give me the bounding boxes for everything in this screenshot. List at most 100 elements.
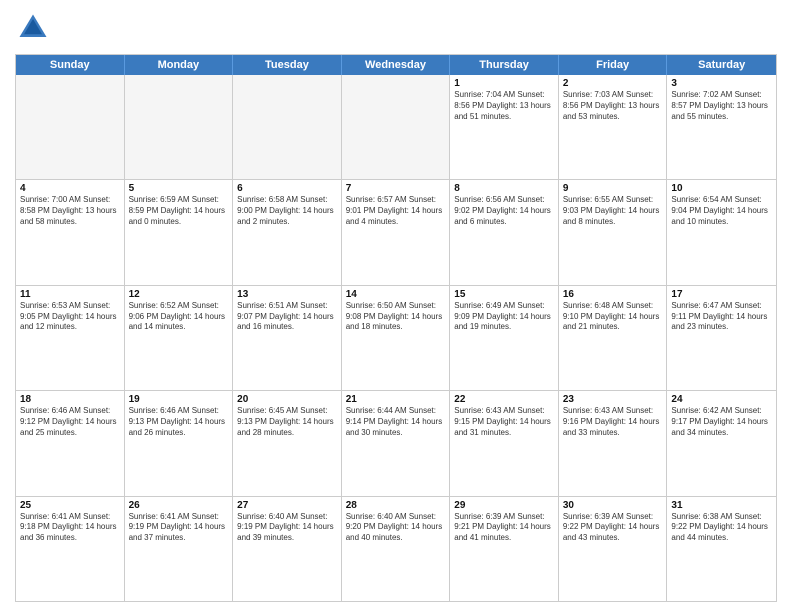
day-cell-12: 12Sunrise: 6:52 AM Sunset: 9:06 PM Dayli… — [125, 286, 234, 390]
day-info: Sunrise: 6:43 AM Sunset: 9:16 PM Dayligh… — [563, 406, 663, 438]
day-number: 22 — [454, 394, 554, 405]
day-info: Sunrise: 6:59 AM Sunset: 8:59 PM Dayligh… — [129, 195, 229, 227]
day-cell-28: 28Sunrise: 6:40 AM Sunset: 9:20 PM Dayli… — [342, 497, 451, 601]
empty-cell — [233, 75, 342, 179]
day-cell-21: 21Sunrise: 6:44 AM Sunset: 9:14 PM Dayli… — [342, 391, 451, 495]
day-cell-24: 24Sunrise: 6:42 AM Sunset: 9:17 PM Dayli… — [667, 391, 776, 495]
day-info: Sunrise: 7:04 AM Sunset: 8:56 PM Dayligh… — [454, 90, 554, 122]
day-cell-31: 31Sunrise: 6:38 AM Sunset: 9:22 PM Dayli… — [667, 497, 776, 601]
empty-cell — [125, 75, 234, 179]
day-cell-18: 18Sunrise: 6:46 AM Sunset: 9:12 PM Dayli… — [16, 391, 125, 495]
day-cell-7: 7Sunrise: 6:57 AM Sunset: 9:01 PM Daylig… — [342, 180, 451, 284]
day-info: Sunrise: 6:55 AM Sunset: 9:03 PM Dayligh… — [563, 195, 663, 227]
day-info: Sunrise: 6:44 AM Sunset: 9:14 PM Dayligh… — [346, 406, 446, 438]
day-header-thursday: Thursday — [450, 55, 559, 75]
day-number: 30 — [563, 500, 663, 511]
day-cell-16: 16Sunrise: 6:48 AM Sunset: 9:10 PM Dayli… — [559, 286, 668, 390]
day-number: 16 — [563, 289, 663, 300]
day-number: 25 — [20, 500, 120, 511]
day-cell-20: 20Sunrise: 6:45 AM Sunset: 9:13 PM Dayli… — [233, 391, 342, 495]
day-cell-30: 30Sunrise: 6:39 AM Sunset: 9:22 PM Dayli… — [559, 497, 668, 601]
calendar-body: 1Sunrise: 7:04 AM Sunset: 8:56 PM Daylig… — [16, 75, 776, 601]
day-number: 7 — [346, 183, 446, 194]
day-info: Sunrise: 6:41 AM Sunset: 9:19 PM Dayligh… — [129, 512, 229, 544]
day-cell-10: 10Sunrise: 6:54 AM Sunset: 9:04 PM Dayli… — [667, 180, 776, 284]
day-number: 12 — [129, 289, 229, 300]
day-number: 19 — [129, 394, 229, 405]
day-cell-17: 17Sunrise: 6:47 AM Sunset: 9:11 PM Dayli… — [667, 286, 776, 390]
day-cell-2: 2Sunrise: 7:03 AM Sunset: 8:56 PM Daylig… — [559, 75, 668, 179]
day-number: 5 — [129, 183, 229, 194]
day-cell-25: 25Sunrise: 6:41 AM Sunset: 9:18 PM Dayli… — [16, 497, 125, 601]
logo-icon — [15, 10, 51, 46]
day-cell-29: 29Sunrise: 6:39 AM Sunset: 9:21 PM Dayli… — [450, 497, 559, 601]
day-info: Sunrise: 6:58 AM Sunset: 9:00 PM Dayligh… — [237, 195, 337, 227]
day-number: 3 — [671, 78, 772, 89]
day-info: Sunrise: 6:47 AM Sunset: 9:11 PM Dayligh… — [671, 301, 772, 333]
day-number: 24 — [671, 394, 772, 405]
day-number: 29 — [454, 500, 554, 511]
day-number: 4 — [20, 183, 120, 194]
logo — [15, 10, 55, 46]
day-number: 15 — [454, 289, 554, 300]
header — [15, 10, 777, 46]
day-number: 9 — [563, 183, 663, 194]
day-number: 18 — [20, 394, 120, 405]
day-info: Sunrise: 6:40 AM Sunset: 9:20 PM Dayligh… — [346, 512, 446, 544]
calendar-header: SundayMondayTuesdayWednesdayThursdayFrid… — [16, 55, 776, 75]
day-header-sunday: Sunday — [16, 55, 125, 75]
day-info: Sunrise: 6:52 AM Sunset: 9:06 PM Dayligh… — [129, 301, 229, 333]
day-info: Sunrise: 6:49 AM Sunset: 9:09 PM Dayligh… — [454, 301, 554, 333]
day-cell-5: 5Sunrise: 6:59 AM Sunset: 8:59 PM Daylig… — [125, 180, 234, 284]
day-info: Sunrise: 6:53 AM Sunset: 9:05 PM Dayligh… — [20, 301, 120, 333]
week-row-2: 4Sunrise: 7:00 AM Sunset: 8:58 PM Daylig… — [16, 180, 776, 285]
day-cell-11: 11Sunrise: 6:53 AM Sunset: 9:05 PM Dayli… — [16, 286, 125, 390]
day-header-saturday: Saturday — [667, 55, 776, 75]
day-header-friday: Friday — [559, 55, 668, 75]
day-info: Sunrise: 6:42 AM Sunset: 9:17 PM Dayligh… — [671, 406, 772, 438]
day-info: Sunrise: 6:46 AM Sunset: 9:12 PM Dayligh… — [20, 406, 120, 438]
day-info: Sunrise: 7:03 AM Sunset: 8:56 PM Dayligh… — [563, 90, 663, 122]
day-info: Sunrise: 6:50 AM Sunset: 9:08 PM Dayligh… — [346, 301, 446, 333]
day-number: 14 — [346, 289, 446, 300]
week-row-5: 25Sunrise: 6:41 AM Sunset: 9:18 PM Dayli… — [16, 497, 776, 601]
day-info: Sunrise: 6:45 AM Sunset: 9:13 PM Dayligh… — [237, 406, 337, 438]
day-cell-1: 1Sunrise: 7:04 AM Sunset: 8:56 PM Daylig… — [450, 75, 559, 179]
day-number: 17 — [671, 289, 772, 300]
day-number: 1 — [454, 78, 554, 89]
day-number: 21 — [346, 394, 446, 405]
day-info: Sunrise: 7:02 AM Sunset: 8:57 PM Dayligh… — [671, 90, 772, 122]
day-number: 31 — [671, 500, 772, 511]
day-info: Sunrise: 6:41 AM Sunset: 9:18 PM Dayligh… — [20, 512, 120, 544]
empty-cell — [16, 75, 125, 179]
day-info: Sunrise: 6:40 AM Sunset: 9:19 PM Dayligh… — [237, 512, 337, 544]
day-header-tuesday: Tuesday — [233, 55, 342, 75]
day-info: Sunrise: 6:48 AM Sunset: 9:10 PM Dayligh… — [563, 301, 663, 333]
day-cell-27: 27Sunrise: 6:40 AM Sunset: 9:19 PM Dayli… — [233, 497, 342, 601]
day-cell-14: 14Sunrise: 6:50 AM Sunset: 9:08 PM Dayli… — [342, 286, 451, 390]
day-header-wednesday: Wednesday — [342, 55, 451, 75]
day-cell-23: 23Sunrise: 6:43 AM Sunset: 9:16 PM Dayli… — [559, 391, 668, 495]
day-cell-22: 22Sunrise: 6:43 AM Sunset: 9:15 PM Dayli… — [450, 391, 559, 495]
calendar: SundayMondayTuesdayWednesdayThursdayFrid… — [15, 54, 777, 602]
day-info: Sunrise: 7:00 AM Sunset: 8:58 PM Dayligh… — [20, 195, 120, 227]
day-cell-26: 26Sunrise: 6:41 AM Sunset: 9:19 PM Dayli… — [125, 497, 234, 601]
day-info: Sunrise: 6:54 AM Sunset: 9:04 PM Dayligh… — [671, 195, 772, 227]
day-cell-19: 19Sunrise: 6:46 AM Sunset: 9:13 PM Dayli… — [125, 391, 234, 495]
day-info: Sunrise: 6:38 AM Sunset: 9:22 PM Dayligh… — [671, 512, 772, 544]
page: SundayMondayTuesdayWednesdayThursdayFrid… — [0, 0, 792, 612]
day-number: 11 — [20, 289, 120, 300]
day-cell-4: 4Sunrise: 7:00 AM Sunset: 8:58 PM Daylig… — [16, 180, 125, 284]
day-cell-9: 9Sunrise: 6:55 AM Sunset: 9:03 PM Daylig… — [559, 180, 668, 284]
empty-cell — [342, 75, 451, 179]
day-number: 13 — [237, 289, 337, 300]
day-number: 20 — [237, 394, 337, 405]
day-cell-6: 6Sunrise: 6:58 AM Sunset: 9:00 PM Daylig… — [233, 180, 342, 284]
day-info: Sunrise: 6:43 AM Sunset: 9:15 PM Dayligh… — [454, 406, 554, 438]
day-header-monday: Monday — [125, 55, 234, 75]
week-row-3: 11Sunrise: 6:53 AM Sunset: 9:05 PM Dayli… — [16, 286, 776, 391]
day-info: Sunrise: 6:57 AM Sunset: 9:01 PM Dayligh… — [346, 195, 446, 227]
day-number: 26 — [129, 500, 229, 511]
day-cell-8: 8Sunrise: 6:56 AM Sunset: 9:02 PM Daylig… — [450, 180, 559, 284]
day-number: 23 — [563, 394, 663, 405]
